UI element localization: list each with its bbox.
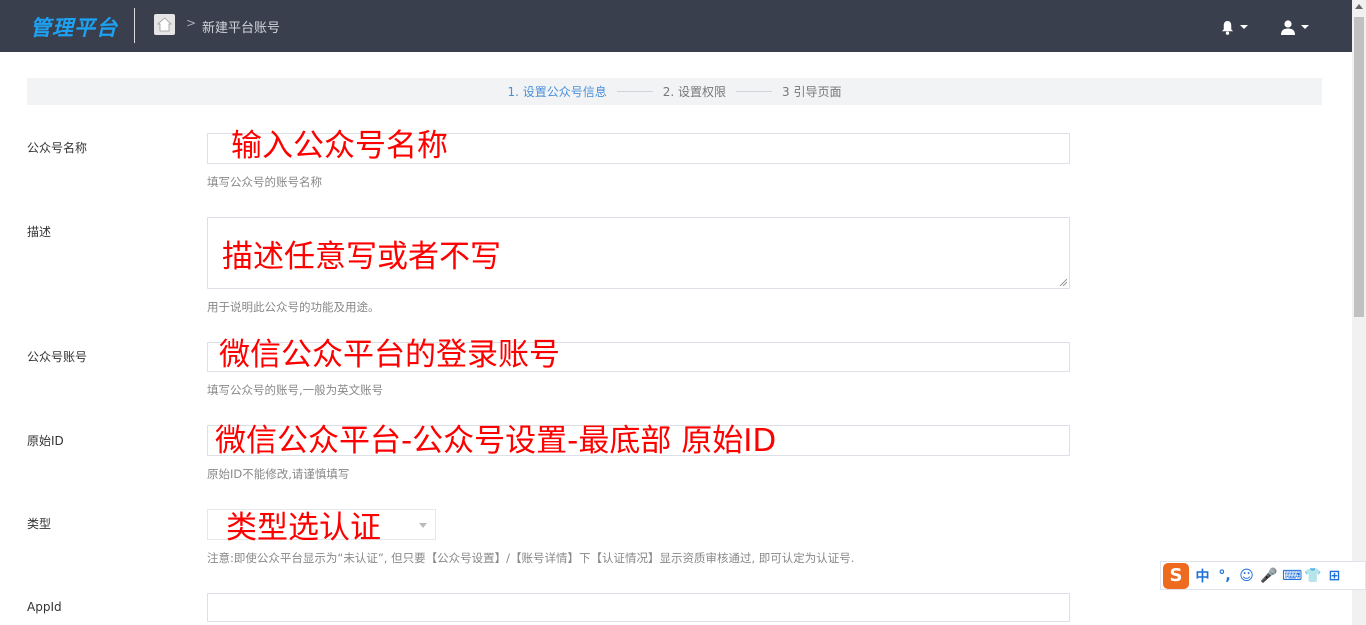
origid-annotation: 微信公众平台-公众号设置-最底部 原始ID — [215, 423, 777, 459]
step-connector — [616, 91, 653, 92]
sogou-logo-icon[interactable]: S — [1163, 562, 1189, 589]
name-annotation: 输入公众号名称 — [231, 128, 448, 164]
account-help: 填写公众号的账号,一般为英文账号 — [207, 383, 384, 397]
desc-annotation: 描述任意写或者不写 — [222, 239, 501, 275]
step-3[interactable]: 3 引导页面 — [782, 83, 841, 100]
bell-icon — [1221, 20, 1234, 35]
chevron-down-icon — [1301, 25, 1309, 29]
type-label: 类型 — [27, 517, 52, 531]
origid-label: 原始ID — [27, 434, 64, 448]
notifications-dropdown[interactable] — [1220, 18, 1248, 36]
name-help: 填写公众号的账号名称 — [207, 175, 322, 189]
account-annotation: 微信公众平台的登录账号 — [219, 337, 560, 373]
page-scrollbar[interactable] — [1352, 0, 1366, 625]
ime-punctuation-icon[interactable]: °, — [1216, 568, 1233, 584]
scrollbar-thumb[interactable] — [1354, 17, 1364, 317]
wizard-steps: 1. 设置公众号信息 2. 设置权限 3 引导页面 — [27, 78, 1322, 105]
desc-label: 描述 — [27, 225, 52, 239]
account-label: 公众号账号 — [27, 350, 88, 364]
desc-help: 用于说明此公众号的功能及用途。 — [207, 300, 380, 314]
ime-emoji-icon[interactable]: ☺ — [1238, 568, 1255, 584]
ime-voice-icon[interactable]: 🎤 — [1260, 568, 1277, 584]
chevron-down-icon — [1240, 25, 1248, 29]
top-navbar: 管理平台 > 新建平台账号 — [0, 0, 1352, 52]
ime-language-toggle[interactable]: 中 — [1194, 566, 1211, 586]
breadcrumb-current: 新建平台账号 — [202, 21, 281, 36]
name-label: 公众号名称 — [27, 141, 88, 155]
appid-label: AppId — [27, 600, 62, 614]
ime-skin-icon[interactable]: 👕 — [1304, 568, 1321, 584]
step-connector — [736, 91, 773, 92]
user-dropdown[interactable] — [1280, 18, 1309, 36]
type-help: 注意:即使公众平台显示为“未认证”, 但只要【公众号设置】/【账号详情】下【认证… — [207, 551, 855, 565]
resize-handle-icon[interactable] — [1059, 278, 1067, 286]
type-annotation: 类型选认证 — [226, 510, 381, 546]
ime-toolbar: S 中 °, ☺ 🎤 ⌨ 👕 ⊞ — [1160, 561, 1366, 590]
appid-input[interactable] — [207, 593, 1070, 622]
step-1[interactable]: 1. 设置公众号信息 — [508, 83, 607, 100]
ime-keyboard-icon[interactable]: ⌨ — [1282, 568, 1302, 584]
scroll-up-icon[interactable] — [1355, 4, 1363, 9]
chevron-down-icon — [419, 523, 427, 528]
step-2[interactable]: 2. 设置权限 — [663, 83, 726, 100]
ime-toolbox-icon[interactable]: ⊞ — [1326, 568, 1343, 584]
breadcrumb-separator: > — [186, 16, 197, 30]
app-logo[interactable]: 管理平台 — [30, 12, 118, 42]
origid-help: 原始ID不能修改,请谨慎填写 — [207, 467, 350, 481]
user-icon — [1281, 20, 1295, 35]
header-divider — [134, 8, 135, 43]
home-icon[interactable] — [154, 14, 175, 35]
